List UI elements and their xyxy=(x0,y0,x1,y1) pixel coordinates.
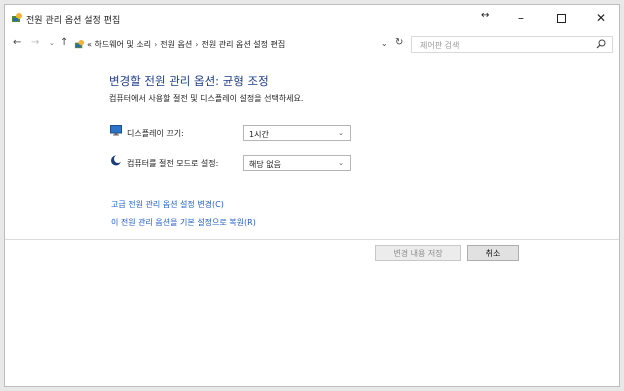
save-changes-button[interactable]: 변경 내용 저장 xyxy=(375,245,461,261)
forward-button[interactable]: → xyxy=(31,37,39,48)
back-button[interactable]: ← xyxy=(13,37,21,48)
maximize-button[interactable] xyxy=(541,5,581,31)
control-panel-icon xyxy=(74,39,85,49)
page-title: 변경할 전원 관리 옵션: 균형 조정 xyxy=(109,74,269,88)
chevron-down-icon: ⌄ xyxy=(338,159,344,167)
resize-arrows-icon: ↔ xyxy=(481,10,490,21)
title-bar[interactable]: 전원 관리 옵션 설정 편집 ↔ – ✕ xyxy=(5,5,619,31)
advanced-settings-link[interactable]: 고급 전원 관리 옵션 설정 변경(C) xyxy=(111,199,224,210)
moon-icon xyxy=(111,155,122,166)
refresh-button[interactable]: ↻ xyxy=(395,37,403,48)
power-options-window: 전원 관리 옵션 설정 편집 ↔ – ✕ ← → ⌄ ↑ « 하드웨어 및 소리… xyxy=(4,4,620,387)
sleep-label: 컴퓨터를 절전 모드로 설정: xyxy=(127,159,219,168)
breadcrumb-item-power-options[interactable]: 전원 옵션 xyxy=(160,40,192,49)
up-button[interactable]: ↑ xyxy=(60,37,68,48)
page-description: 컴퓨터에서 사용할 절전 및 디스플레이 설정을 선택하세요. xyxy=(109,94,304,103)
control-panel-icon xyxy=(12,13,22,22)
restore-defaults-link[interactable]: 이 전원 관리 옵션을 기본 설정으로 복원(R) xyxy=(111,217,256,228)
close-button[interactable]: ✕ xyxy=(581,5,619,31)
window-title: 전원 관리 옵션 설정 편집 xyxy=(26,16,121,26)
recent-locations-button[interactable]: ⌄ xyxy=(49,39,55,47)
minimize-button[interactable]: – xyxy=(501,5,541,31)
maximize-icon xyxy=(556,13,566,23)
search-icon xyxy=(596,39,606,49)
breadcrumb-separator[interactable]: › xyxy=(154,40,157,49)
cancel-button[interactable]: 취소 xyxy=(467,245,519,261)
breadcrumb: « 하드웨어 및 소리 › 전원 옵션 › 전원 관리 옵션 설정 편집 xyxy=(87,39,285,50)
display-off-value: 1시간 xyxy=(249,130,269,139)
display-off-select[interactable]: 1시간 ⌄ xyxy=(243,125,351,141)
breadcrumb-overflow[interactable]: « xyxy=(87,40,92,49)
chevron-down-icon: ⌄ xyxy=(338,129,344,137)
footer-divider xyxy=(5,239,619,240)
display-off-label: 디스플레이 끄기: xyxy=(127,129,184,138)
address-dropdown-button[interactable]: ⌄ xyxy=(381,39,388,48)
search-input[interactable]: 제어판 검색 xyxy=(411,36,613,53)
breadcrumb-item-hardware[interactable]: 하드웨어 및 소리 xyxy=(94,40,151,49)
sleep-value: 해당 없음 xyxy=(249,160,281,169)
search-placeholder: 제어판 검색 xyxy=(420,41,460,50)
sleep-select[interactable]: 해당 없음 ⌄ xyxy=(243,155,351,171)
breadcrumb-separator[interactable]: › xyxy=(195,40,198,49)
monitor-icon xyxy=(110,125,122,136)
breadcrumb-item-edit-plan[interactable]: 전원 관리 옵션 설정 편집 xyxy=(201,40,285,49)
address-bar: ← → ⌄ ↑ « 하드웨어 및 소리 › 전원 옵션 › 전원 관리 옵션 설정 편집… xyxy=(5,33,619,55)
